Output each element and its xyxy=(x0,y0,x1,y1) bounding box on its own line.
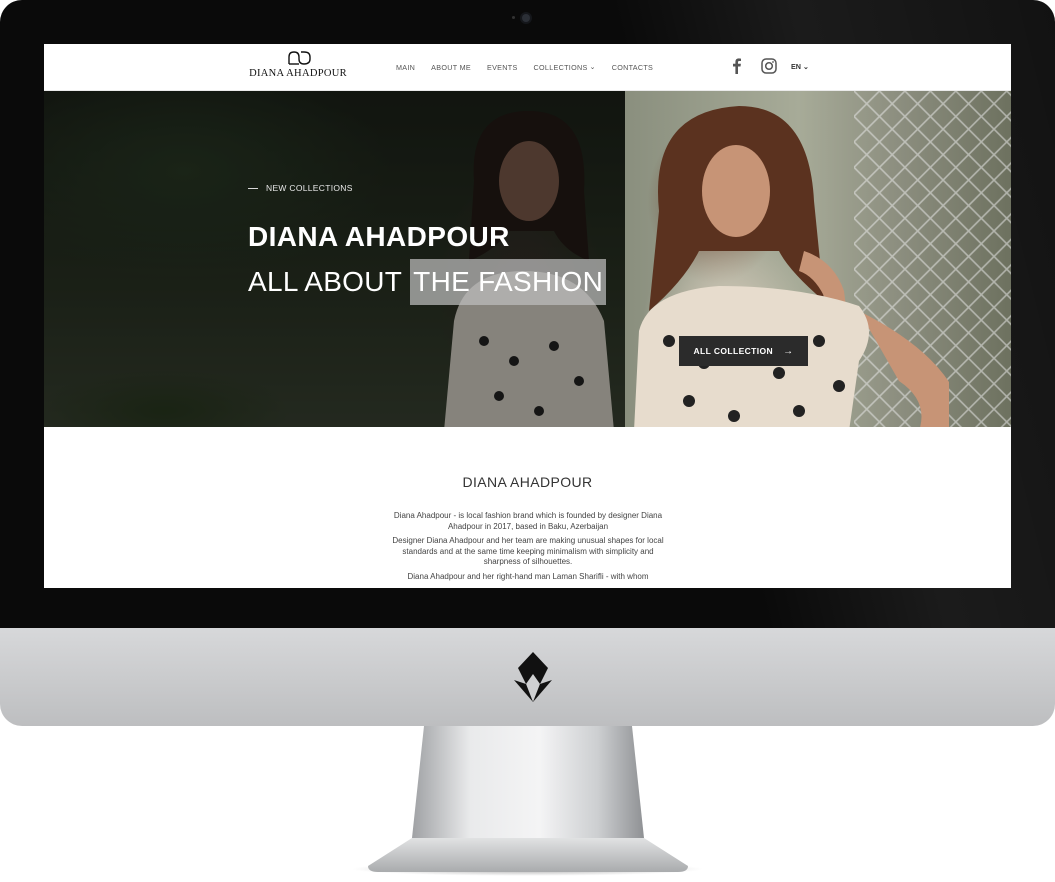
hero-subtitle-highlight: THE FASHION xyxy=(410,259,607,305)
nav-item-collections[interactable]: COLLECTIONS ⌄ xyxy=(534,61,596,73)
about-title: DIANA AHADPOUR xyxy=(462,474,593,490)
nav-label: MAIN xyxy=(396,62,416,72)
facebook-icon[interactable] xyxy=(728,57,746,75)
brand-name: DIANA AHADPOUR xyxy=(249,68,347,79)
nav-item-contacts[interactable]: CONTACTS xyxy=(612,61,653,73)
about-text: Diana Ahadpour - is local fashion brand … xyxy=(388,511,668,586)
chevron-down-icon: ⌄ xyxy=(589,64,596,71)
camera-sensor xyxy=(512,16,515,19)
language-label: EN xyxy=(791,62,801,71)
about-paragraph: Designer Diana Ahadpour and her team are… xyxy=(392,536,664,566)
monitor-stand xyxy=(368,726,688,872)
main-navigation: MAIN ABOUT ME EVENTS COLLECTIONS ⌄ CONTAC… xyxy=(396,61,653,73)
hero-title: DIANA AHADPOUR xyxy=(248,221,510,252)
website-screen: DIANA AHADPOUR MAIN ABOUT ME EVENTS COLL… xyxy=(44,44,1011,588)
kicker-text: NEW COLLECTIONS xyxy=(266,183,353,193)
nav-label: EVENTS xyxy=(486,62,518,72)
nav-item-events[interactable]: EVENTS xyxy=(487,61,518,73)
nav-label: ABOUT ME xyxy=(431,62,471,72)
brand-logo-icon xyxy=(514,652,552,702)
camera xyxy=(522,14,530,22)
all-collection-button[interactable]: ALL COLLECTION → xyxy=(679,336,808,366)
hero-kicker: NEW COLLECTIONS xyxy=(248,183,353,193)
hero-subtitle: ALL ABOUT THE FASHION xyxy=(248,259,607,305)
model-photo-right xyxy=(634,106,949,427)
kicker-divider xyxy=(248,187,258,189)
logo-mark-icon xyxy=(288,51,311,65)
nav-label: CONTACTS xyxy=(611,62,654,72)
arrow-right-icon: → xyxy=(783,345,794,357)
social-links xyxy=(728,57,778,75)
chevron-down-icon: ⌄ xyxy=(803,62,810,71)
instagram-icon[interactable] xyxy=(760,57,778,75)
hero-subtitle-plain: ALL ABOUT xyxy=(248,266,403,297)
nav-item-main[interactable]: MAIN xyxy=(396,61,415,73)
nav-label: COLLECTIONS xyxy=(533,62,588,72)
site-logo[interactable]: DIANA AHADPOUR xyxy=(248,50,348,86)
cta-label: ALL COLLECTION xyxy=(693,346,774,356)
site-header: DIANA AHADPOUR MAIN ABOUT ME EVENTS COLL… xyxy=(44,44,1011,91)
nav-item-about-me[interactable]: ABOUT ME xyxy=(431,61,471,73)
about-paragraph: Diana Ahadpour and her right-hand man La… xyxy=(407,571,649,581)
about-paragraph: Diana Ahadpour - is local fashion brand … xyxy=(393,511,663,531)
language-selector[interactable]: EN ⌄ xyxy=(791,62,809,71)
hero-banner: NEW COLLECTIONS DIANA AHADPOUR ALL ABOUT… xyxy=(44,91,1011,427)
